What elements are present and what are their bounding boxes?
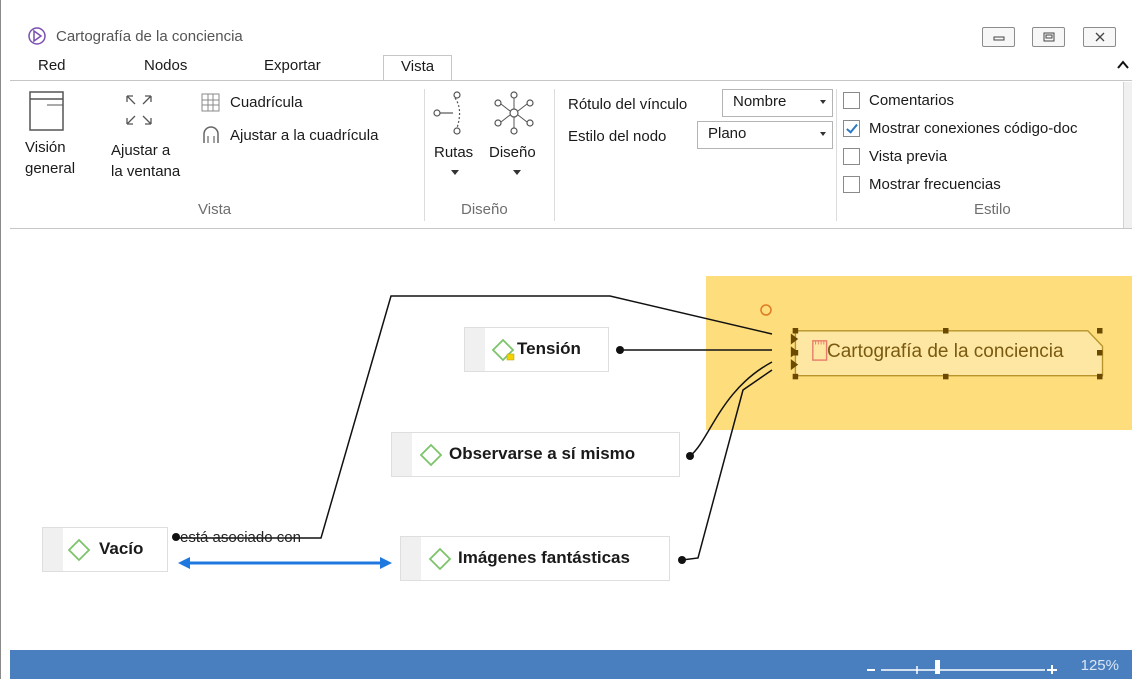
- mostrar-conexiones-checkbox[interactable]: [843, 120, 860, 137]
- estilo-nodo-select[interactable]: Plano: [697, 121, 833, 149]
- comentarios-checkbox[interactable]: [843, 92, 860, 109]
- fit-window-icon: [126, 95, 152, 125]
- node-observarse[interactable]: Observarse a sí mismo: [391, 432, 680, 477]
- chevron-down-icon: [820, 132, 826, 136]
- ajustar-cuadricula-button[interactable]: Ajustar a la cuadrícula: [230, 125, 378, 146]
- network-canvas[interactable]: Tensión Observarse a sí mismo Vacío Imág…: [10, 230, 1132, 650]
- estilo-nodo-value: Plano: [708, 125, 747, 142]
- zoom-slider[interactable]: [865, 656, 1065, 674]
- link-endpoint: [616, 346, 624, 354]
- ribbon-separator: [554, 89, 555, 221]
- window-title: Cartografía de la conciencia: [56, 28, 243, 45]
- minimize-icon: [993, 36, 1005, 41]
- link-observarse-documento[interactable]: [689, 361, 773, 457]
- resize-handle: [792, 328, 799, 334]
- ribbon: Visión general Ajustar a la ventana Cuad…: [10, 80, 1132, 229]
- comentarios-label: Comentarios: [869, 92, 955, 109]
- tab-red[interactable]: Red: [38, 57, 66, 74]
- node-tab: [465, 328, 485, 371]
- estilo-nodo-label: Estilo del nodo: [568, 128, 667, 145]
- vision-general-line1: Visión: [25, 139, 66, 156]
- node-vacio[interactable]: Vacío: [42, 527, 168, 572]
- node-tab: [401, 537, 421, 580]
- arrow-head-right-icon: [380, 557, 392, 569]
- diseno-group-label: Diseño: [461, 201, 508, 218]
- node-label: Imágenes fantásticas: [458, 548, 630, 567]
- status-bar: 125%: [10, 650, 1132, 679]
- vista-group-label: Vista: [198, 201, 232, 218]
- diseno-dropdown-icon[interactable]: [513, 170, 521, 176]
- app-logo-icon: [28, 27, 46, 45]
- ribbon-separator: [836, 89, 837, 221]
- resize-handle: [1097, 328, 1103, 334]
- node-label: Cartografía de la conciencia: [827, 341, 1064, 362]
- ajustar-ventana-line1: Ajustar a: [111, 142, 171, 159]
- rotulo-vinculo-label: Rótulo del vínculo: [568, 96, 688, 113]
- routes-icon: [433, 91, 461, 135]
- snap-grid-icon: [203, 126, 219, 143]
- ajustar-ventana-button[interactable]: Ajustar a la ventana: [111, 140, 180, 182]
- estilo-group-label: Estilo: [974, 201, 1011, 218]
- overview-icon: [29, 91, 64, 131]
- code-icon: [428, 547, 452, 571]
- ribbon-tabs: Red Nodos Exportar Vista: [1, 55, 1132, 81]
- ribbon-scroll-edge[interactable]: [1123, 82, 1132, 228]
- mostrar-frecuencias-label: Mostrar frecuencias: [869, 176, 1001, 193]
- link-endpoint: [172, 533, 180, 541]
- vision-general-line2: general: [25, 160, 76, 177]
- link-imagenes-documento[interactable]: [681, 369, 773, 561]
- node-label: Observarse a sí mismo: [449, 444, 636, 463]
- diseno-button[interactable]: Diseño: [489, 142, 536, 163]
- node-label: Tensión: [517, 339, 581, 358]
- title-bar: Cartografía de la conciencia: [1, 0, 1132, 58]
- mostrar-frecuencias-checkbox[interactable]: [843, 176, 860, 193]
- vista-previa-label: Vista previa: [869, 148, 948, 165]
- node-imagenes[interactable]: Imágenes fantásticas: [400, 536, 670, 581]
- mostrar-conexiones-label: Mostrar conexiones código-doc: [869, 120, 1078, 137]
- close-icon: [1095, 32, 1105, 42]
- tab-exportar[interactable]: Exportar: [264, 57, 321, 74]
- resize-handle: [1097, 350, 1103, 356]
- maximize-icon: [1043, 32, 1055, 42]
- tab-nodos[interactable]: Nodos: [144, 57, 187, 74]
- zoom-level: 125%: [1080, 657, 1119, 674]
- arrow-head-left-icon: [178, 557, 190, 569]
- zoom-in-icon: [1047, 665, 1057, 674]
- grid-icon: [201, 93, 220, 112]
- close-button[interactable]: [1083, 27, 1116, 47]
- rutas-dropdown-icon[interactable]: [451, 170, 459, 176]
- collapse-ribbon-icon[interactable]: [1117, 60, 1129, 70]
- layout-icon: [494, 91, 534, 135]
- chevron-down-icon: [820, 100, 826, 104]
- rotulo-vinculo-select[interactable]: Nombre: [722, 89, 833, 117]
- link-endpoint: [686, 452, 694, 460]
- resize-handle: [943, 328, 949, 334]
- resize-handle: [792, 373, 799, 380]
- rutas-button[interactable]: Rutas: [434, 142, 473, 163]
- ribbon-separator: [424, 89, 425, 221]
- minimize-button[interactable]: [982, 27, 1015, 47]
- tab-vista[interactable]: Vista: [383, 55, 453, 81]
- link-endpoint: [678, 556, 686, 564]
- rotulo-vinculo-value: Nombre: [733, 93, 787, 110]
- node-tension[interactable]: Tensión: [464, 327, 609, 372]
- comment-icon: [506, 353, 515, 361]
- link-label[interactable]: está asociado con: [180, 529, 301, 546]
- vista-previa-checkbox[interactable]: [843, 148, 860, 165]
- resize-handle: [1097, 373, 1103, 380]
- cuadricula-button[interactable]: Cuadrícula: [230, 92, 303, 113]
- node-tab: [392, 433, 412, 476]
- code-icon: [491, 338, 515, 362]
- rotate-handle-icon[interactable]: [760, 304, 772, 316]
- node-tab: [43, 528, 63, 571]
- code-icon: [419, 443, 443, 467]
- resize-handle: [943, 373, 949, 380]
- ajustar-ventana-line2: la ventana: [111, 163, 181, 180]
- vision-general-button[interactable]: Visión general: [25, 137, 75, 179]
- zoom-thumb: [935, 660, 940, 674]
- code-icon: [67, 538, 91, 562]
- maximize-button[interactable]: [1032, 27, 1065, 47]
- node-label: Vacío: [99, 539, 144, 558]
- app-window: Cartografía de la conciencia Red Nodos E…: [0, 0, 1132, 679]
